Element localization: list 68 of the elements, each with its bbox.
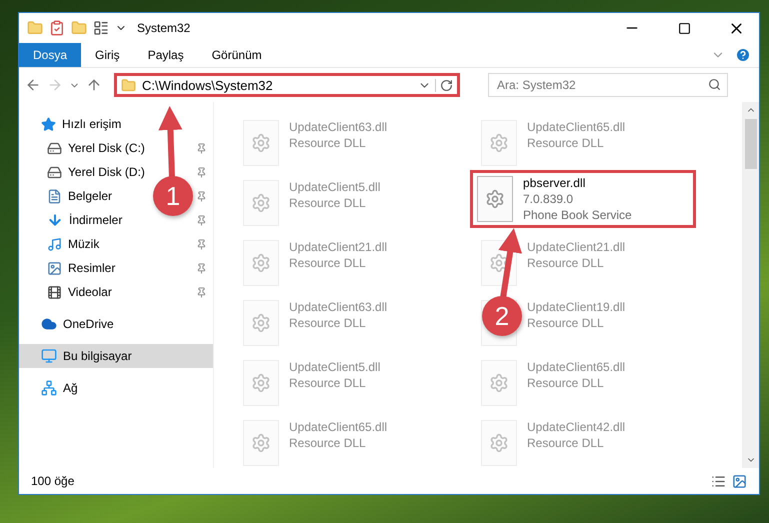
file-detail: Resource DLL: [289, 256, 367, 270]
document-icon: [47, 188, 62, 204]
ribbon-tab[interactable]: Giriş: [81, 43, 134, 67]
checklist-icon[interactable]: [49, 20, 65, 36]
details-view-icon[interactable]: [711, 474, 726, 488]
maximize-icon[interactable]: [678, 22, 690, 34]
file-detail: Resource DLL: [527, 436, 605, 450]
ribbon-tab[interactable]: Paylaş: [134, 43, 198, 67]
file-detail: Phone Book Service: [523, 208, 632, 222]
gear-file-icon: [243, 300, 279, 346]
file-detail: Resource DLL: [289, 376, 367, 390]
picture-icon: [47, 260, 62, 276]
file-detail: Resource DLL: [289, 196, 367, 210]
sidebar-item[interactable]: Belgeler: [68, 189, 112, 203]
folder-icon: [121, 78, 136, 92]
gear-file-icon: [481, 360, 517, 406]
file-detail: Resource DLL: [289, 436, 367, 450]
gear-file-icon: [477, 176, 513, 222]
address-bar[interactable]: C:\Windows\System32: [114, 73, 460, 97]
drive-icon: [47, 164, 62, 180]
network-icon: [41, 380, 57, 396]
file-detail: Resource DLL: [527, 376, 605, 390]
drive-icon: [47, 140, 62, 156]
monitor-icon: [41, 348, 57, 364]
gear-file-icon: [243, 420, 279, 466]
sidebar-item[interactable]: İndirmeler: [69, 213, 122, 227]
item-count: 100 öğe: [31, 474, 76, 488]
gear-file-icon: [481, 240, 517, 286]
gear-file-icon: [481, 420, 517, 466]
ribbon-tab[interactable]: Dosya: [19, 43, 82, 67]
gear-file-icon: [243, 120, 279, 166]
up-button[interactable]: [86, 77, 102, 93]
sidebar-item[interactable]: Ağ: [19, 376, 213, 400]
sidebar-item[interactable]: Yerel Disk (D:): [68, 165, 145, 179]
gear-file-icon: [243, 360, 279, 406]
file-detail: Resource DLL: [527, 256, 605, 270]
file-detail: Resource DLL: [289, 316, 367, 330]
file-detail: 7.0.839.0: [523, 192, 574, 206]
sidebar-item[interactable]: Bu bilgisayar: [19, 344, 213, 368]
star-icon: [41, 116, 56, 132]
ribbon-tab[interactable]: Görünüm: [198, 43, 276, 67]
file-detail: Resource DLL: [289, 136, 367, 150]
search-icon[interactable]: [708, 78, 721, 91]
gear-file-icon: [481, 120, 517, 166]
sidebar-item[interactable]: Hızlı erişim: [19, 112, 213, 136]
sidebar-item[interactable]: Yerel Disk (C:): [68, 141, 145, 155]
music-note-icon: [47, 236, 62, 252]
help-icon[interactable]: [735, 47, 751, 63]
sidebar-item[interactable]: Müzik: [68, 237, 100, 251]
properties-icon[interactable]: [93, 20, 109, 36]
back-button[interactable]: [25, 77, 41, 93]
scrollbar[interactable]: [742, 102, 759, 468]
gear-file-icon: [243, 240, 279, 286]
film-icon: [47, 284, 62, 300]
gear-file-icon: [243, 180, 279, 226]
file-detail: Resource DLL: [527, 136, 605, 150]
selected-file-item[interactable]: pbserver.dll 7.0.839.0 Phone Book Service: [470, 170, 696, 228]
address-path: C:\Windows\System32: [142, 78, 274, 92]
sidebar-item[interactable]: Resimler: [68, 261, 116, 275]
search-field[interactable]: Ara: System32: [488, 73, 728, 97]
sidebar-item[interactable]: Videolar: [68, 285, 112, 299]
window-title: System32: [137, 21, 192, 35]
sidebar-item[interactable]: OneDrive: [19, 312, 213, 336]
annotation-arrow: [498, 228, 522, 298]
scrollbar-thumb[interactable]: [744, 119, 756, 169]
large-icons-view-icon[interactable]: [732, 474, 747, 488]
cloud-icon: [41, 316, 57, 332]
file-detail: Resource DLL: [527, 316, 605, 330]
